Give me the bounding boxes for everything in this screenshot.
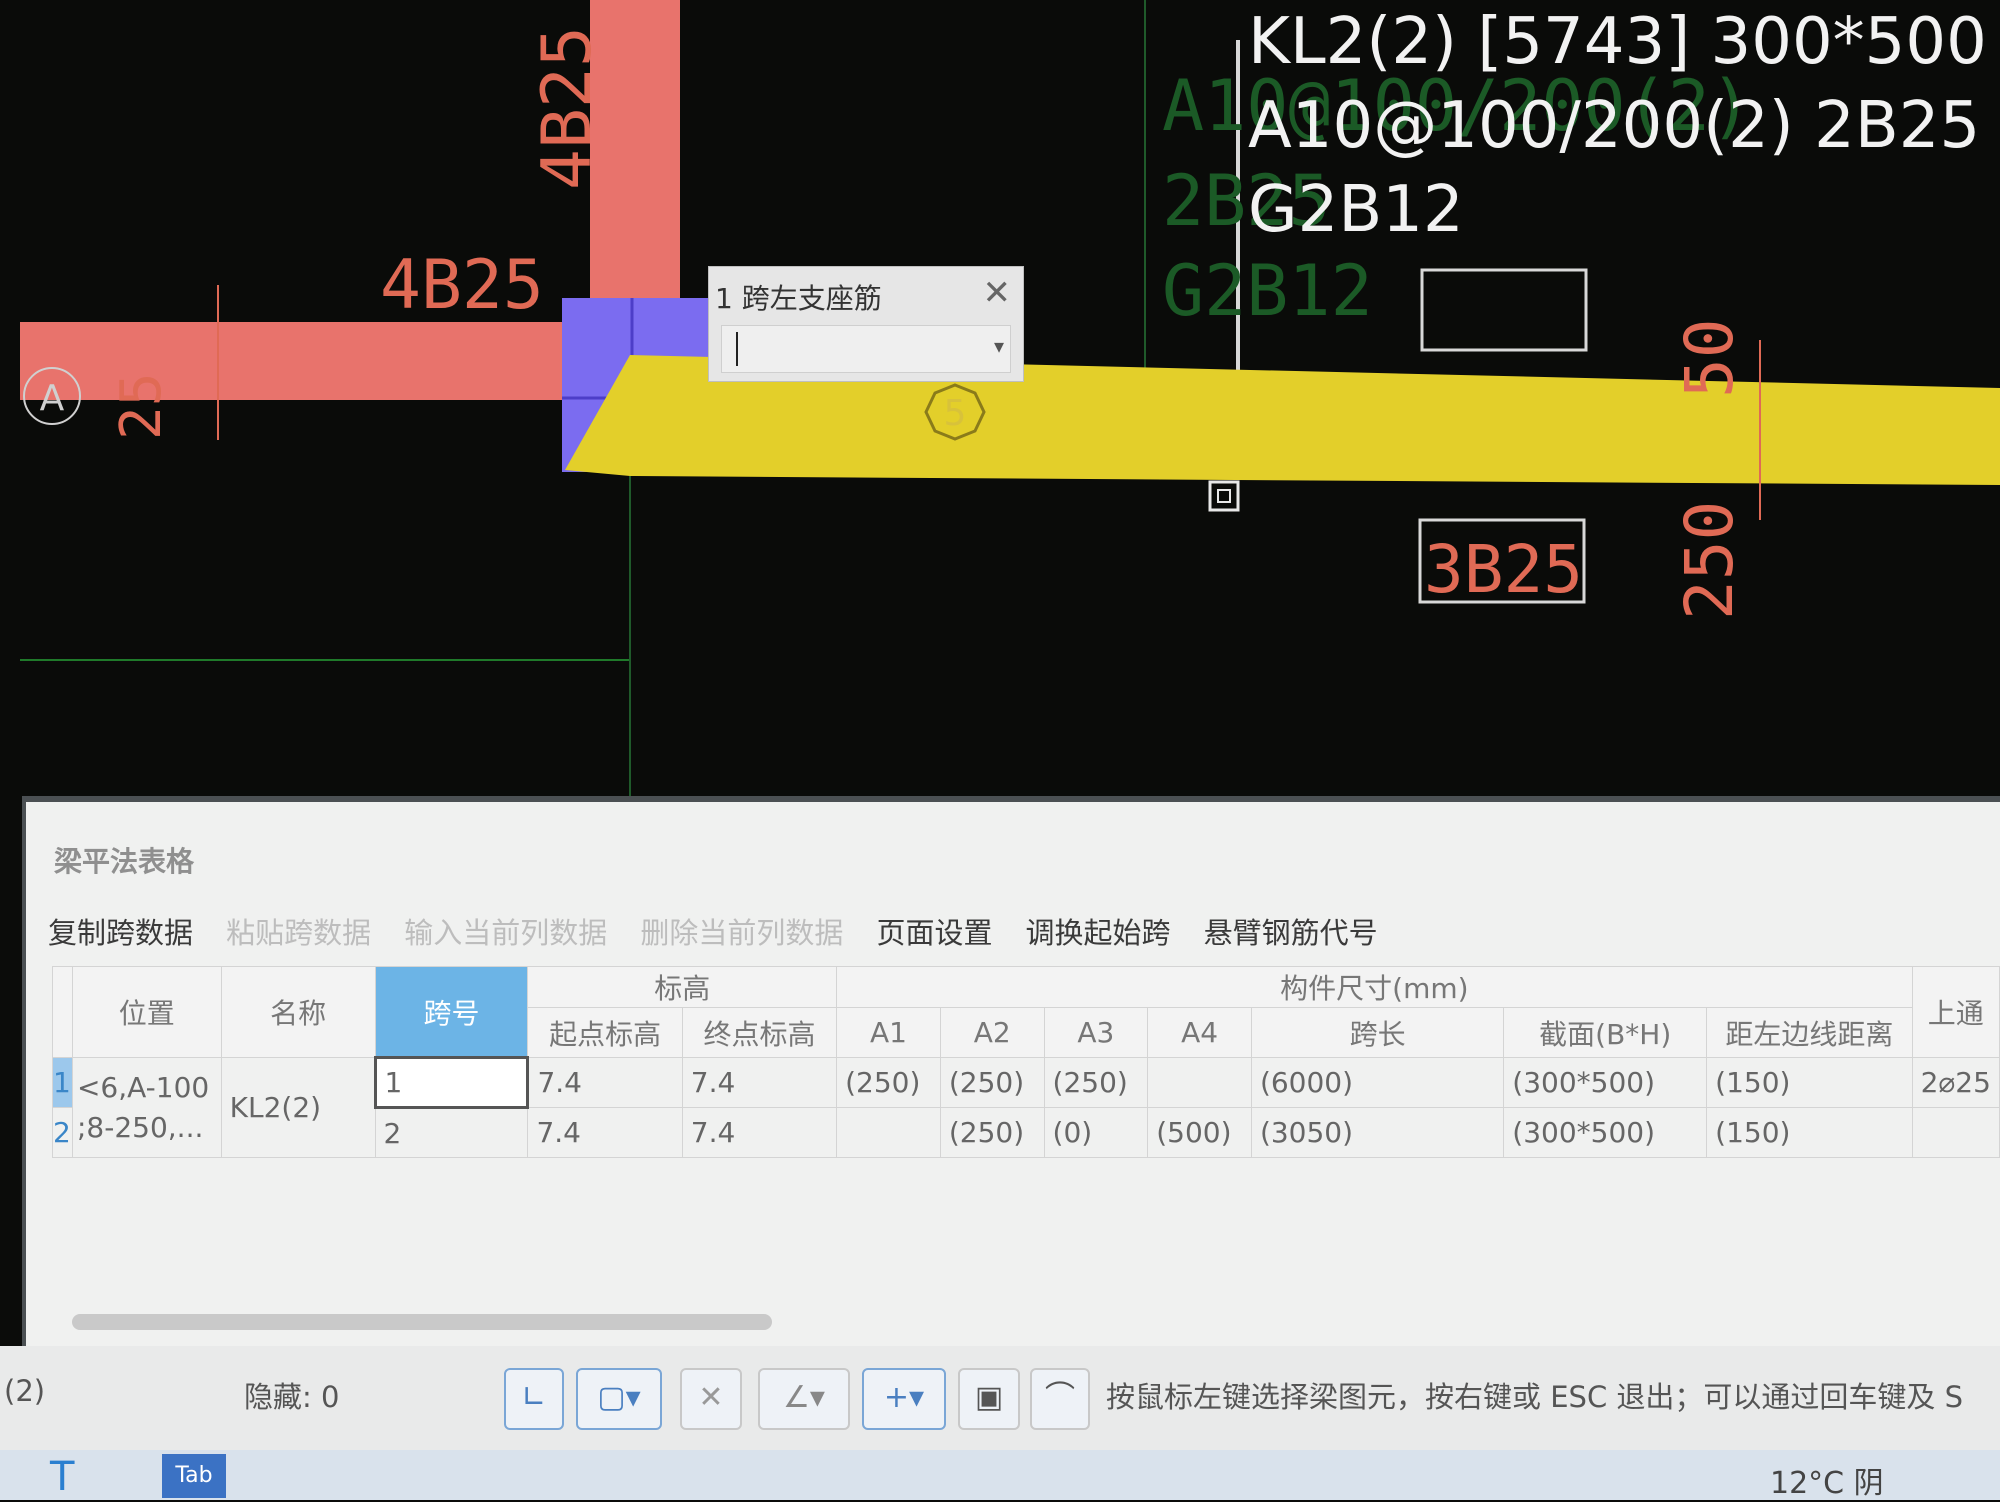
page-settings-button[interactable]: 页面设置 — [876, 910, 992, 952]
header-section[interactable]: 截面(B*H) — [1503, 1007, 1708, 1058]
cell-span-no[interactable]: 1 — [373, 1056, 530, 1109]
cell-a2[interactable]: (250) — [939, 1057, 1045, 1108]
annotation-250: 250 — [1671, 501, 1748, 620]
cell-span-length[interactable]: (6000) — [1250, 1057, 1505, 1108]
position-line-1: <6,A-100 — [76, 1070, 210, 1104]
axis-a-label: A — [40, 378, 65, 419]
row-number[interactable]: 1 — [52, 1057, 73, 1108]
annotation-4b25-vertical: 4B25 — [528, 26, 607, 190]
orthogonal-tool-icon[interactable]: ∟ — [504, 1368, 564, 1430]
table-toolbar: 复制跨数据 粘贴跨数据 输入当前列数据 删除当前列数据 页面设置 调换起始跨 悬… — [48, 910, 1406, 950]
annotation-3b25: 3B25 — [1424, 531, 1583, 608]
header-a3[interactable]: A3 — [1043, 1007, 1149, 1058]
header-span-no[interactable]: 跨号 — [374, 966, 529, 1058]
curve-tool-icon[interactable]: ⌒ — [1030, 1368, 1090, 1430]
header-start-elev[interactable]: 起点标高 — [527, 1007, 683, 1058]
header-a2[interactable]: A2 — [939, 1007, 1045, 1058]
swap-start-span-button[interactable]: 调换起始跨 — [1026, 910, 1171, 952]
header-span-length[interactable]: 跨长 — [1250, 1007, 1505, 1058]
header-a1[interactable]: A1 — [836, 1007, 941, 1058]
panel-title: 梁平法表格 — [54, 845, 195, 878]
paste-span-data-button[interactable]: 粘贴跨数据 — [226, 910, 371, 952]
cell-start-elev[interactable]: 7.4 — [527, 1107, 683, 1158]
empty-label-box — [1420, 268, 1588, 352]
status-left-text: (2) — [4, 1374, 46, 1408]
angle-tool-icon[interactable]: ∠▾ — [758, 1368, 850, 1430]
input-column-data-button[interactable]: 输入当前列数据 — [404, 910, 607, 952]
cell-a3[interactable]: (250) — [1043, 1057, 1149, 1108]
beam-table-panel: 梁平法表格 复制跨数据 粘贴跨数据 输入当前列数据 删除当前列数据 页面设置 调… — [22, 796, 2000, 1346]
beam-data-grid: 位置 名称 跨号 标高 构件尺寸(mm) 上通 起点标高 终点标高 A1 A2 … — [52, 966, 2000, 1158]
cell-dist-left[interactable]: (150) — [1706, 1057, 1913, 1108]
cell-a1[interactable] — [836, 1107, 941, 1158]
header-end-elev[interactable]: 终点标高 — [681, 1007, 838, 1058]
cell-span-no[interactable]: 2 — [374, 1107, 529, 1158]
span-support-rebar-popup[interactable]: 1 跨左支座筋 ✕ ▾ — [708, 266, 1024, 382]
header-position[interactable]: 位置 — [71, 966, 222, 1058]
cell-position[interactable]: <6,A-100 ;8-250,... — [71, 1057, 222, 1158]
header-name[interactable]: 名称 — [220, 966, 376, 1058]
annotation-4b25: 4B25 — [380, 246, 544, 325]
cad-canvas[interactable]: A 4B25 4B25 25 250 50 3B25 5 A10@100/200… — [0, 0, 2000, 800]
beam-info-line-1: KL2(2) [5743] 300*500 — [1248, 5, 1987, 79]
status-bar: (2) 隐藏: 0 ∟ ▢▾ ✕ ∠▾ +▾ ▣ ⌒ 按鼠标左键选择梁图元，按右… — [0, 1346, 2000, 1450]
header-dist-left[interactable]: 距左边线距离 — [1706, 1007, 1913, 1058]
cell-a2[interactable]: (250) — [939, 1107, 1045, 1158]
text-caret — [736, 332, 738, 366]
delete-column-data-button[interactable]: 删除当前列数据 — [640, 910, 843, 952]
chevron-down-icon[interactable]: ▾ — [994, 334, 1004, 358]
header-size-group: 构件尺寸(mm) — [836, 966, 1913, 1008]
cell-a1[interactable]: (250) — [836, 1057, 941, 1108]
popup-title: 1 跨左支座筋 — [715, 282, 882, 315]
beam-info-line-3: G2B12 — [1248, 173, 1464, 247]
hidden-count: 隐藏: 0 — [244, 1380, 340, 1414]
cell-name[interactable]: KL2(2) — [220, 1057, 376, 1158]
display-tool-icon[interactable]: ▣ — [958, 1368, 1020, 1430]
taskbar: T Tab 12°C 阴 — [0, 1450, 2000, 1501]
cell-section[interactable]: (300*500) — [1503, 1057, 1708, 1108]
position-line-2: ;8-250,... — [76, 1110, 204, 1144]
copy-span-data-button[interactable]: 复制跨数据 — [48, 910, 193, 952]
cell-top-through[interactable]: 2⌀25 — [1911, 1057, 2000, 1108]
cross-icon[interactable]: ✕ — [680, 1368, 742, 1430]
marker-5-label: 5 — [944, 393, 967, 434]
header-a4[interactable]: A4 — [1147, 1007, 1252, 1058]
cell-section[interactable]: (300*500) — [1503, 1107, 1708, 1158]
cell-start-elev[interactable]: 7.4 — [527, 1057, 683, 1108]
pickbox-cursor — [1208, 480, 1240, 512]
row-number[interactable]: 2 — [52, 1107, 73, 1158]
close-icon[interactable]: ✕ — [983, 273, 1012, 313]
cell-span-length[interactable]: (3050) — [1250, 1107, 1505, 1158]
annotation-50: 50 — [1671, 319, 1748, 398]
status-hint: 按鼠标左键选择梁图元，按右键或 ESC 退出；可以通过回车键及 S — [1106, 1380, 1964, 1414]
cell-a3[interactable]: (0) — [1043, 1107, 1149, 1158]
app-t-icon[interactable]: T — [50, 1454, 74, 1500]
horizontal-scrollbar[interactable] — [72, 1314, 772, 1330]
add-offset-icon[interactable]: +▾ — [862, 1368, 946, 1430]
header-top-through[interactable]: 上通 — [1911, 966, 2000, 1058]
cell-dist-left[interactable]: (150) — [1706, 1107, 1913, 1158]
cell-top-through[interactable] — [1911, 1107, 2000, 1158]
header-elevation-group: 标高 — [527, 966, 838, 1008]
cell-end-elev[interactable]: 7.4 — [681, 1057, 838, 1108]
table-row[interactable]: 1 <6,A-100 ;8-250,... KL2(2) 1 7.4 7.4 (… — [52, 1056, 2000, 1158]
support-rebar-input[interactable]: ▾ — [721, 325, 1011, 373]
annotation-25: 25 — [109, 373, 174, 440]
rectangle-select-icon[interactable]: ▢▾ — [576, 1368, 662, 1430]
faint-annotation-g2b12: G2B12 — [1162, 250, 1373, 332]
cell-a4[interactable]: (500) — [1147, 1107, 1252, 1158]
taskbar-app-icon[interactable]: Tab — [162, 1454, 226, 1498]
cell-end-elev[interactable]: 7.4 — [681, 1107, 838, 1158]
cell-a4[interactable] — [1147, 1057, 1252, 1108]
beam-info-line-2: A10@100/200(2) 2B25 — [1248, 89, 1981, 163]
cantilever-rebar-code-button[interactable]: 悬臂钢筋代号 — [1204, 910, 1378, 952]
weather-text: 12°C 阴 — [1770, 1466, 1884, 1501]
